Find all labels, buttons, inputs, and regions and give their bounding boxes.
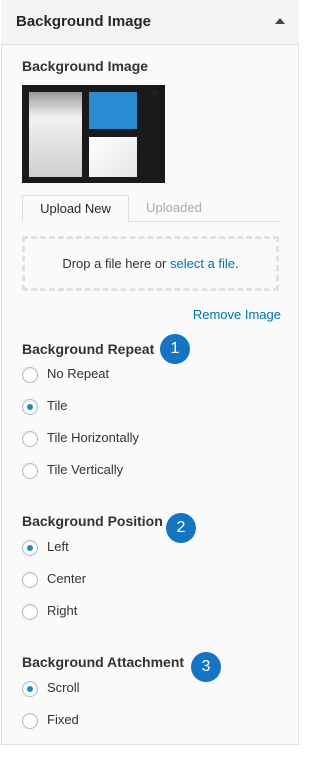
radio-button[interactable] [22, 713, 38, 729]
background-image-picker[interactable] [22, 85, 165, 183]
radio-button[interactable] [22, 604, 38, 620]
panel-header[interactable]: Background Image [1, 0, 299, 45]
triangle-up-icon[interactable] [275, 18, 285, 24]
file-dropzone[interactable]: Drop a file here or select a file. [22, 236, 279, 291]
tab-uploaded[interactable]: Uploaded [130, 195, 218, 221]
thumbnail-blue-tile [89, 92, 137, 129]
radio-label: Tile Horizontally [47, 430, 139, 445]
panel-title: Background Image [16, 13, 152, 30]
radio-button[interactable] [22, 681, 38, 697]
select-file-link[interactable]: select a file [170, 256, 235, 271]
caret-down-icon[interactable] [151, 91, 159, 97]
remove-image-link[interactable]: Remove Image [193, 307, 281, 322]
radio-label: Tile [47, 398, 68, 413]
dropzone-text: Drop a file here or [62, 256, 170, 271]
radio-label: Center [47, 571, 87, 586]
step-badge-2: 2 [166, 513, 196, 543]
background-repeat-label: Background Repeat [22, 341, 155, 357]
radio-button[interactable] [22, 399, 38, 415]
thumbnail-gradient-tile [29, 92, 82, 177]
radio-button[interactable] [22, 367, 38, 383]
radio-label: Scroll [47, 680, 80, 695]
step-badge-1: 1 [160, 334, 190, 364]
step-badge-3: 3 [191, 652, 221, 682]
radio-label: Left [47, 539, 69, 554]
radio-label: Tile Vertically [47, 462, 124, 477]
radio-label: No Repeat [47, 366, 110, 381]
background-position-label: Background Position [22, 513, 163, 529]
thumbnail-white-tile [89, 137, 137, 177]
background-attachment-label: Background Attachment [22, 654, 185, 670]
radio-button[interactable] [22, 540, 38, 556]
tab-upload-new[interactable]: Upload New [22, 195, 129, 222]
radio-label: Fixed [47, 712, 79, 727]
radio-button[interactable] [22, 431, 38, 447]
radio-button[interactable] [22, 572, 38, 588]
radio-label: Right [47, 603, 78, 618]
dropzone-suffix: . [235, 256, 239, 271]
background-image-label: Background Image [22, 58, 149, 74]
radio-button[interactable] [22, 463, 38, 479]
